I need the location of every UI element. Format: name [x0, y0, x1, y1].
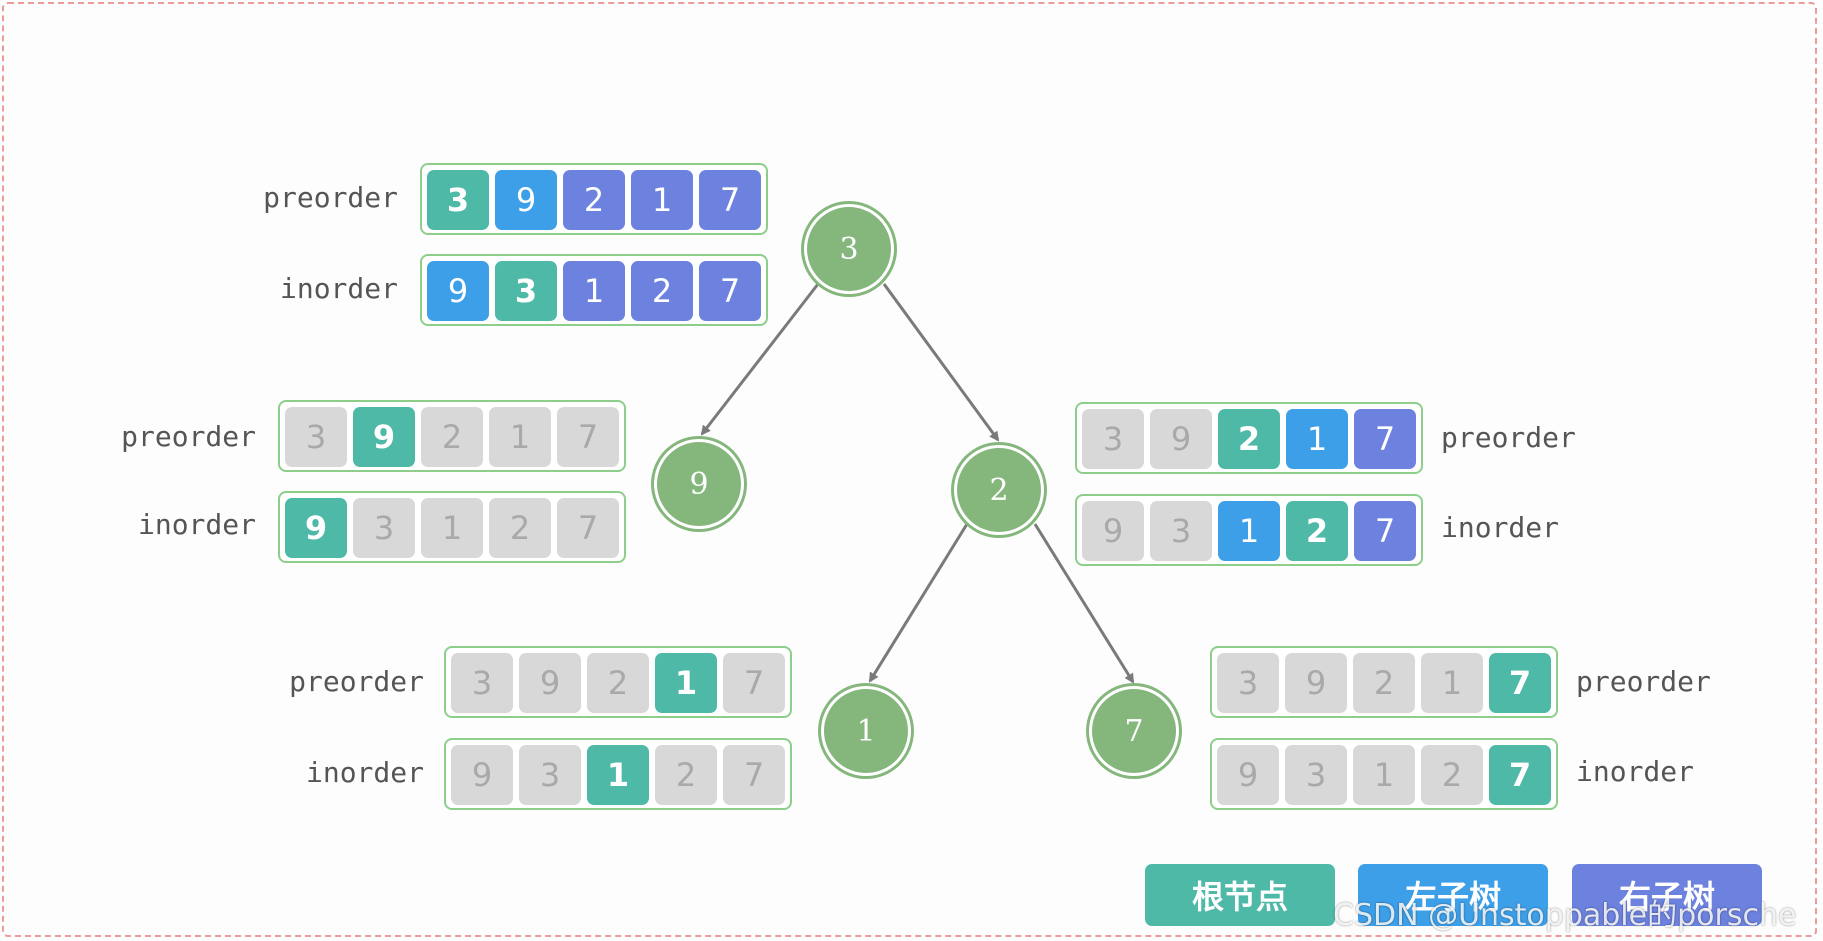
array-preorder-7: 39217: [1210, 646, 1558, 718]
preorder-cell: 3: [427, 170, 489, 230]
inorder-cell: 2: [489, 498, 551, 558]
inorder-label: inorder: [279, 272, 398, 305]
inorder-cell: 3: [1150, 501, 1212, 561]
tree-node-2: 2: [954, 445, 1044, 535]
inorder-cell: 2: [631, 261, 693, 321]
preorder-cell: 1: [489, 407, 551, 467]
inorder-cell: 7: [557, 498, 619, 558]
tree-node-1: 1: [821, 686, 911, 776]
preorder-cell: 1: [1421, 653, 1483, 713]
preorder-label: preorder: [1576, 665, 1711, 698]
inorder-cell: 3: [495, 261, 557, 321]
array-inorder-9: 93127: [278, 491, 626, 563]
inorder-cell: 7: [699, 261, 761, 321]
preorder-cell: 2: [1218, 409, 1280, 469]
edge-3-2: [882, 283, 1000, 442]
inorder-cell: 1: [421, 498, 483, 558]
preorder-cell: 9: [1150, 409, 1212, 469]
watermark: CSDN @Unstoppable的porsche: [1333, 898, 1797, 933]
inorder-cell: 2: [1421, 745, 1483, 805]
preorder-label: preorder: [289, 665, 424, 698]
inorder-label: inorder: [1441, 511, 1560, 544]
inorder-cell: 9: [1217, 745, 1279, 805]
preorder-cell: 7: [699, 170, 761, 230]
array-inorder-1: 93127: [444, 738, 792, 810]
array-preorder-1: 39217: [444, 646, 792, 718]
preorder-cell: 1: [1286, 409, 1348, 469]
inorder-label: inorder: [137, 508, 256, 541]
preorder-cell: 2: [421, 407, 483, 467]
preorder-cell: 1: [655, 653, 717, 713]
inorder-cell: 9: [1082, 501, 1144, 561]
inorder-cell: 3: [1285, 745, 1347, 805]
preorder-cell: 2: [563, 170, 625, 230]
preorder-cell: 3: [1217, 653, 1279, 713]
inorder-cell: 7: [723, 745, 785, 805]
preorder-cell: 9: [519, 653, 581, 713]
inorder-label: inorder: [305, 756, 424, 789]
preorder-cell: 3: [285, 407, 347, 467]
inorder-cell: 1: [587, 745, 649, 805]
preorder-cell: 7: [1489, 653, 1551, 713]
inorder-label: inorder: [1576, 755, 1695, 788]
tree-node-7: 7: [1089, 686, 1179, 776]
inorder-cell: 3: [519, 745, 581, 805]
preorder-cell: 3: [1082, 409, 1144, 469]
preorder-label: preorder: [121, 420, 256, 453]
preorder-cell: 9: [353, 407, 415, 467]
preorder-cell: 2: [1353, 653, 1415, 713]
array-preorder-9: 39217: [278, 400, 626, 472]
legend-root: 根节点: [1145, 864, 1335, 926]
array-inorder-2: 93127: [1075, 494, 1423, 566]
preorder-cell: 2: [587, 653, 649, 713]
preorder-cell: 1: [631, 170, 693, 230]
inorder-cell: 7: [1489, 745, 1551, 805]
preorder-cell: 3: [451, 653, 513, 713]
tree-node-9: 9: [654, 439, 744, 529]
inorder-cell: 1: [1218, 501, 1280, 561]
array-inorder-root: 93127: [420, 254, 768, 326]
array-preorder-root: 39217: [420, 163, 768, 235]
inorder-cell: 1: [563, 261, 625, 321]
preorder-cell: 7: [723, 653, 785, 713]
preorder-cell: 9: [1285, 653, 1347, 713]
array-inorder-7: 93127: [1210, 738, 1558, 810]
preorder-cell: 9: [495, 170, 557, 230]
inorder-cell: 9: [427, 261, 489, 321]
inorder-cell: 9: [451, 745, 513, 805]
inorder-cell: 9: [285, 498, 347, 558]
preorder-label: preorder: [1441, 421, 1576, 454]
inorder-cell: 1: [1353, 745, 1415, 805]
tree-node-3: 3: [804, 204, 894, 294]
preorder-label: preorder: [263, 181, 398, 214]
array-preorder-2: 39217: [1075, 402, 1423, 474]
inorder-cell: 2: [655, 745, 717, 805]
edge-2-1: [868, 523, 969, 683]
inorder-cell: 2: [1286, 501, 1348, 561]
inorder-cell: 3: [353, 498, 415, 558]
preorder-cell: 7: [1354, 409, 1416, 469]
inorder-cell: 7: [1354, 501, 1416, 561]
preorder-cell: 7: [557, 407, 619, 467]
